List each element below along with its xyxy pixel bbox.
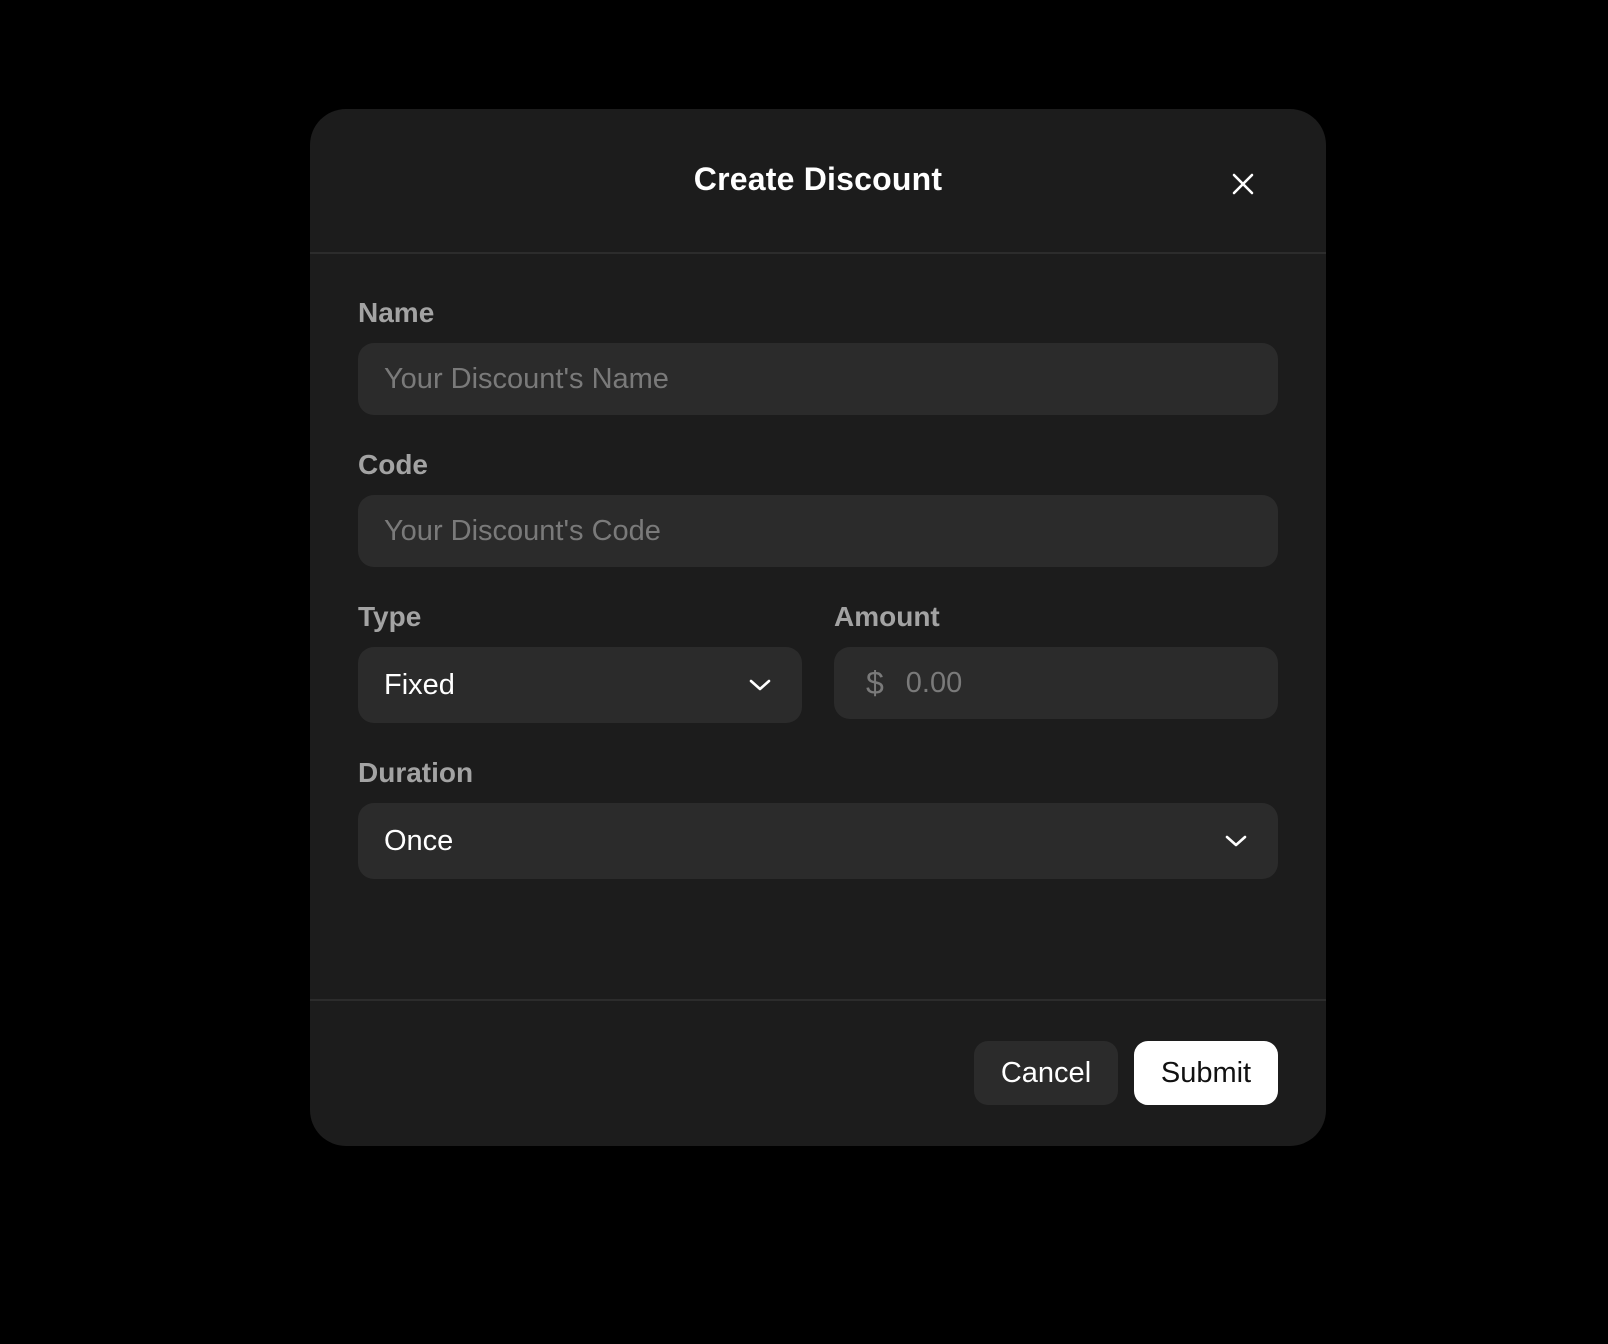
dialog-header: Create Discount	[310, 109, 1326, 254]
code-placeholder: Your Discount's Code	[384, 514, 661, 547]
code-label: Code	[358, 449, 428, 480]
dialog-footer: Cancel Submit	[310, 999, 1326, 1146]
submit-button[interactable]: Submit	[1134, 1041, 1278, 1105]
name-placeholder: Your Discount's Name	[384, 362, 669, 395]
name-input[interactable]: Your Discount's Name	[358, 343, 1278, 415]
name-label: Name	[358, 297, 435, 328]
cancel-button[interactable]: Cancel	[974, 1041, 1118, 1105]
duration-select[interactable]: Once	[358, 803, 1278, 879]
duration-selected-value: Once	[384, 824, 454, 857]
duration-label: Duration	[358, 757, 474, 788]
currency-symbol: $	[866, 664, 884, 701]
type-select[interactable]: Fixed	[358, 647, 802, 723]
create-discount-dialog: Create Discount Name Your Discount's Nam…	[310, 109, 1326, 1146]
dialog-title: Create Discount	[693, 161, 943, 197]
close-button[interactable]	[1222, 163, 1264, 205]
chevron-down-icon	[1222, 827, 1250, 855]
code-input[interactable]: Your Discount's Code	[358, 495, 1278, 567]
close-icon	[1232, 173, 1254, 195]
amount-placeholder: 0.00	[905, 666, 963, 699]
amount-input[interactable]: $ 0.00	[834, 647, 1278, 719]
amount-label: Amount	[834, 601, 940, 632]
chevron-down-icon	[746, 671, 774, 699]
type-label: Type	[358, 601, 422, 632]
type-selected-value: Fixed	[384, 668, 455, 701]
